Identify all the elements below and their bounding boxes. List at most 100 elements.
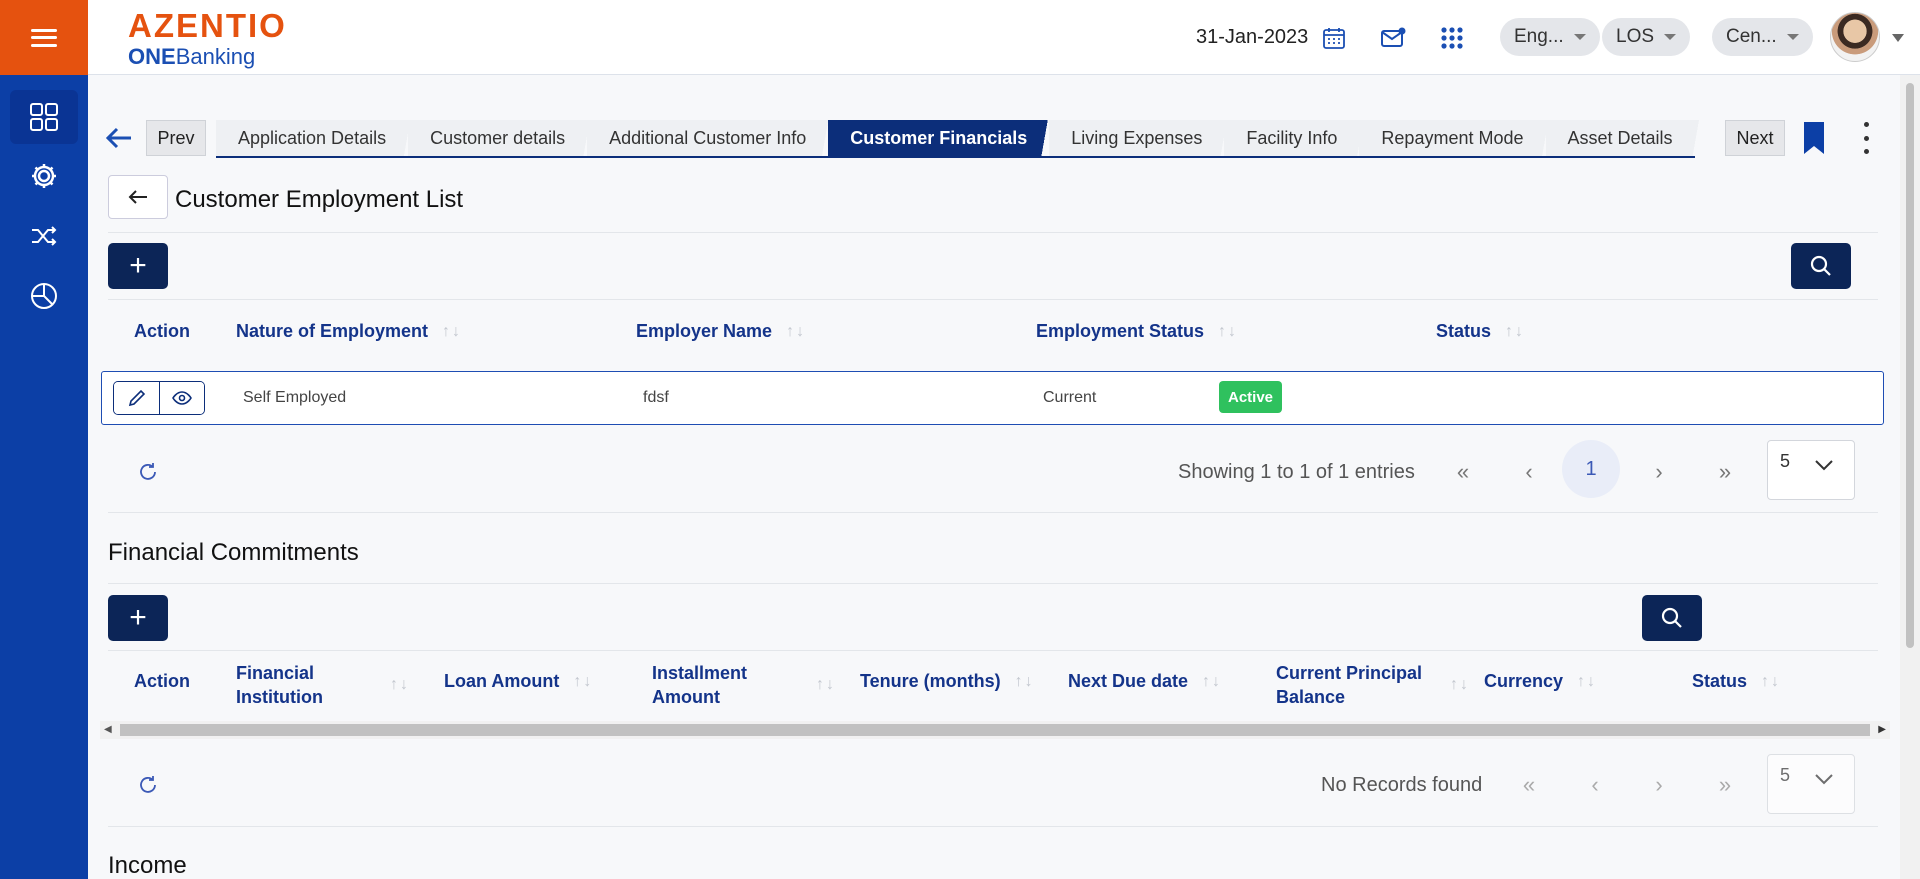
col-currency[interactable]: Currency ↑ ↓ (1484, 671, 1595, 692)
add-commitment-button[interactable]: + (108, 595, 168, 641)
col-status[interactable]: Status ↑ ↓ (1436, 321, 1523, 342)
hamburger-icon (31, 28, 57, 47)
caret-down-icon (1573, 34, 1586, 40)
last-page-icon[interactable]: » (1710, 772, 1740, 798)
sort-icon[interactable]: ↑ ↓ (1218, 323, 1236, 341)
col-next-due-date[interactable]: Next Due date ↑ ↓ (1068, 671, 1220, 692)
vertical-scrollbar[interactable] (1900, 75, 1920, 879)
sidebar-item-settings[interactable] (10, 149, 78, 203)
horizontal-scrollbar[interactable]: ◀ ▶ (100, 721, 1890, 739)
module-select[interactable]: LOS (1602, 18, 1691, 56)
scroll-thumb[interactable] (1906, 83, 1914, 648)
cell-nature: Self Employed (243, 389, 347, 406)
sort-icon[interactable]: ↑ ↓ (1450, 676, 1468, 694)
sidebar-item-workflow[interactable] (10, 209, 78, 263)
sort-icon[interactable]: ↑ ↓ (1015, 673, 1033, 691)
user-avatar[interactable] (1830, 12, 1880, 62)
divider (108, 299, 1878, 300)
divider (108, 583, 1878, 584)
caret-down-icon (1786, 34, 1799, 40)
language-select[interactable]: Eng... (1500, 18, 1600, 56)
previous-page-icon[interactable]: ‹ (1514, 459, 1544, 485)
current-page[interactable]: 1 (1562, 440, 1620, 498)
financial-commitments-title: Financial Commitments (108, 539, 359, 566)
sort-icon[interactable]: ↑ ↓ (442, 323, 460, 341)
scroll-right-icon[interactable]: ▶ (1878, 724, 1886, 735)
col-loan-amount[interactable]: Loan Amount ↑ ↓ (444, 671, 591, 692)
next-page-icon[interactable]: › (1644, 772, 1674, 798)
sort-icon[interactable]: ↑ ↓ (390, 676, 408, 694)
user-menu-caret-icon[interactable] (1892, 34, 1904, 42)
col-status[interactable]: Status ↑ ↓ (1692, 671, 1779, 692)
tab-additional-customer-info[interactable]: Additional Customer Info (587, 120, 833, 156)
tab-asset-details[interactable]: Asset Details (1545, 120, 1699, 156)
previous-page-icon[interactable]: ‹ (1580, 772, 1610, 798)
tab-customer-financials[interactable]: Customer Financials (828, 120, 1054, 156)
refresh-icon[interactable] (136, 773, 160, 797)
col-financial-institution[interactable]: Financial Institution ↑ ↓ (236, 661, 408, 709)
last-page-icon[interactable]: » (1710, 459, 1740, 485)
azentio-logo: AZENTIO ONEBanking (128, 9, 287, 70)
scroll-left-icon[interactable]: ◀ (104, 724, 112, 735)
tab-application-details[interactable]: Application Details (216, 120, 413, 156)
col-tenure[interactable]: Tenure (months) ↑ ↓ (860, 671, 1033, 692)
next-page-icon[interactable]: › (1644, 459, 1674, 485)
brand-bottom: ONEBanking (128, 44, 256, 69)
row-actions (113, 381, 205, 415)
col-employment-status[interactable]: Employment Status ↑ ↓ (1036, 321, 1236, 342)
divider (108, 232, 1878, 233)
main-content: Prev Application Details Customer detail… (88, 75, 1900, 879)
back-button[interactable] (108, 175, 168, 219)
menu-button[interactable] (0, 0, 88, 75)
search-commitment-button[interactable] (1642, 595, 1702, 641)
sort-icon[interactable]: ↑ ↓ (1202, 673, 1220, 691)
prev-tab-button[interactable]: Prev (146, 120, 206, 156)
page-size-select[interactable]: 5 (1767, 440, 1855, 500)
col-nature-of-employment[interactable]: Nature of Employment ↑ ↓ (236, 321, 460, 342)
gear-icon (32, 164, 56, 188)
search-icon (1810, 255, 1831, 276)
pagination-summary: Showing 1 to 1 of 1 entries (1178, 461, 1415, 483)
tab-living-expenses[interactable]: Living Expenses (1049, 120, 1229, 156)
edit-button[interactable] (114, 382, 159, 414)
bookmark-icon[interactable] (1802, 122, 1826, 159)
process-tabs-row: Prev Application Details Customer detail… (100, 118, 1890, 158)
more-options-icon[interactable] (1860, 122, 1872, 154)
arrow-left-icon (128, 190, 147, 204)
branch-select[interactable]: Cen... (1712, 18, 1813, 56)
scroll-thumb[interactable] (120, 724, 1870, 736)
plus-icon: + (129, 249, 147, 282)
search-icon (1661, 607, 1682, 628)
tab-repayment-mode[interactable]: Repayment Mode (1359, 120, 1550, 156)
sort-icon[interactable]: ↑ ↓ (1577, 673, 1595, 691)
sort-icon[interactable]: ↑ ↓ (1761, 673, 1779, 691)
apps-grid-icon[interactable] (1438, 24, 1466, 52)
col-action: Action (134, 671, 190, 691)
sidebar-item-reports[interactable] (10, 269, 78, 323)
mail-icon[interactable] (1379, 24, 1407, 52)
sort-icon[interactable]: ↑ ↓ (1505, 323, 1523, 341)
sort-icon[interactable]: ↑ ↓ (816, 676, 834, 694)
sort-icon[interactable]: ↑ ↓ (786, 323, 804, 341)
add-employment-button[interactable]: + (108, 243, 168, 289)
first-page-icon[interactable]: « (1514, 772, 1544, 798)
table-row[interactable]: Self Employed fdsf Current Active (101, 371, 1884, 425)
col-employer-name[interactable]: Employer Name ↑ ↓ (636, 321, 804, 342)
chevron-down-icon (1815, 774, 1833, 785)
col-installment-amount[interactable]: Installment Amount ↑ ↓ (652, 661, 834, 709)
tab-customer-details[interactable]: Customer details (408, 120, 592, 156)
sidebar-item-dashboard[interactable] (10, 90, 78, 144)
divider (108, 512, 1878, 513)
back-arrow-icon[interactable] (100, 118, 138, 158)
first-page-icon[interactable]: « (1448, 459, 1478, 485)
sort-icon[interactable]: ↑ ↓ (573, 673, 591, 691)
page-size-select[interactable]: 5 (1767, 754, 1855, 814)
employment-list-title: Customer Employment List (175, 186, 464, 213)
search-employment-button[interactable] (1791, 243, 1851, 289)
calendar-icon[interactable] (1320, 24, 1348, 52)
next-tab-button[interactable]: Next (1725, 120, 1785, 156)
refresh-icon[interactable] (136, 460, 160, 484)
view-button[interactable] (159, 382, 204, 414)
tab-facility-info[interactable]: Facility Info (1224, 120, 1364, 156)
col-current-principal-balance[interactable]: Current Principal Balance ↑ ↓ (1276, 661, 1468, 709)
